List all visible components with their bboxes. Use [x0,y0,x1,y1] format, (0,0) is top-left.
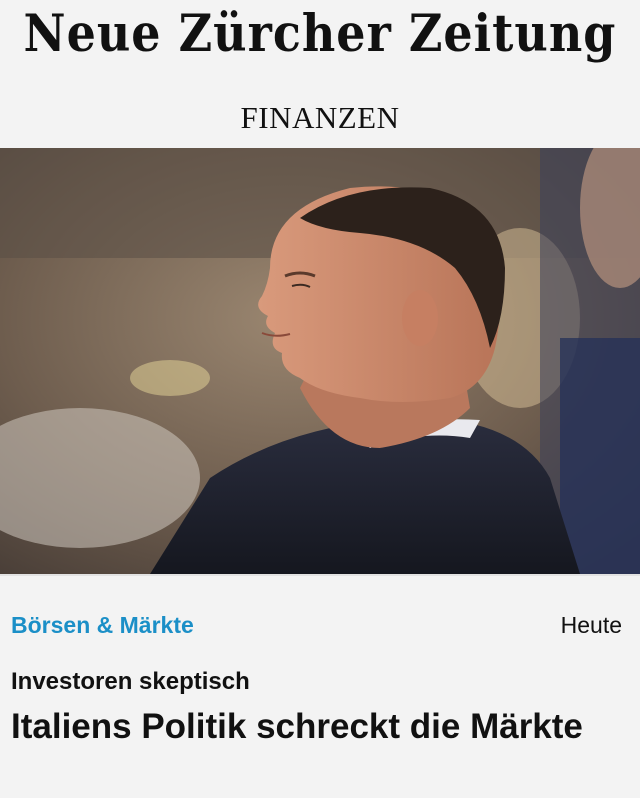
divider [0,574,640,576]
masthead: Neue Zürcher Zeitung FINANZEN [0,0,640,148]
article-photo-illustration [0,148,640,574]
newspaper-logo[interactable]: Neue Zürcher Zeitung [0,3,640,63]
section-title: FINANZEN [240,100,400,135]
category-link[interactable]: Börsen & Märkte [11,612,194,639]
article-kicker: Investoren skeptisch [11,668,250,695]
article-photo[interactable] [0,148,640,574]
article-headline[interactable]: Italiens Politik schreckt die Märkte [11,706,621,748]
article-date: Heute [560,612,622,638]
